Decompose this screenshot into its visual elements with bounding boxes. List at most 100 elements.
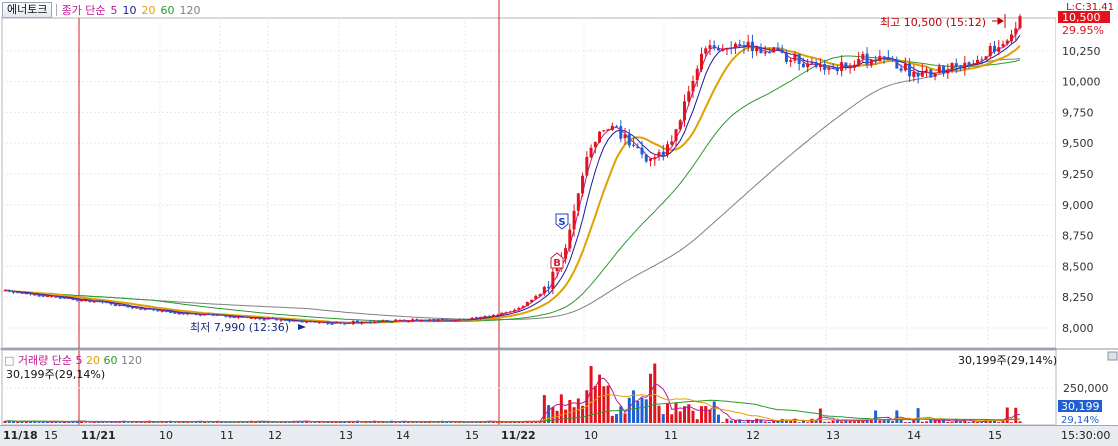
candle-body <box>1014 28 1018 35</box>
volume-bar <box>602 386 606 423</box>
volume-bar <box>908 421 912 423</box>
volume-bar <box>564 409 568 423</box>
price-ytick-label: 9,750 <box>1062 106 1094 119</box>
volume-ytick: 250,000 <box>1063 382 1109 395</box>
candle-body <box>215 314 219 316</box>
high-arrow-icon <box>992 17 1004 25</box>
candle-body <box>844 62 848 68</box>
volume-bar <box>322 422 326 423</box>
candle-body <box>504 312 508 314</box>
candle-body <box>445 319 449 321</box>
candle-body <box>869 59 873 66</box>
candle-body <box>71 298 75 301</box>
candle-body <box>389 321 393 323</box>
volume-bar <box>16 421 20 423</box>
candle-body <box>45 295 49 297</box>
candle-body <box>666 144 670 156</box>
candle-body <box>742 45 746 48</box>
candle-body <box>1010 34 1014 42</box>
candle-body <box>496 314 500 316</box>
candle-body <box>993 45 997 52</box>
candle-body <box>292 320 296 322</box>
candle-body <box>636 146 640 149</box>
xlabel-14a: 14 <box>396 429 410 442</box>
candle-body <box>937 66 941 74</box>
candle-body <box>139 308 143 310</box>
candle-body <box>576 193 580 211</box>
candle-body <box>572 210 576 230</box>
candle-body <box>406 321 410 323</box>
volume-bar <box>763 421 767 423</box>
candle-body <box>895 60 899 69</box>
candle-body <box>334 321 338 324</box>
candle-body <box>474 317 478 319</box>
candle-body <box>50 295 54 297</box>
candle-body <box>797 54 801 64</box>
candle-body <box>525 301 529 307</box>
candle-body <box>810 62 814 64</box>
candle-body <box>971 63 975 65</box>
volume-bar <box>649 373 653 423</box>
price-ytick-label: 9,000 <box>1062 199 1094 212</box>
volume-bar <box>139 422 143 423</box>
time-axis[interactable]: 11/18 15 11/21 10 11 12 13 14 15 11/22 1… <box>0 425 1118 446</box>
candle-body <box>670 141 674 145</box>
sell-signal-marker[interactable]: S <box>555 213 569 230</box>
xlabel-12b: 12 <box>746 429 760 442</box>
candle-body <box>173 311 177 314</box>
candle-body <box>109 302 113 305</box>
low-annotation: 최저 7,990 (12:36) <box>190 321 289 334</box>
candle-body <box>852 64 856 68</box>
candle-body <box>632 144 636 146</box>
candle-body <box>364 321 368 323</box>
candle-body <box>181 312 185 315</box>
candle-body <box>152 309 156 311</box>
price-ytick-label: 8,000 <box>1062 322 1094 335</box>
volume-bar <box>449 422 453 423</box>
candle-body <box>92 301 96 303</box>
xlabel-15c: 15 <box>988 429 1002 442</box>
volume-bar <box>827 421 831 423</box>
panel-toggle-button[interactable] <box>1107 351 1118 361</box>
volume-bar <box>156 422 160 423</box>
candle-body <box>848 67 852 69</box>
volume-bar <box>946 421 950 423</box>
price-ytick-label: 10,000 <box>1062 76 1101 89</box>
candle-body <box>954 63 958 67</box>
volume-bar <box>852 421 856 423</box>
candle-body <box>41 295 45 297</box>
volume-bar <box>997 422 1001 423</box>
candle-body <box>300 320 304 323</box>
candle-body <box>402 319 406 322</box>
candle-body <box>385 319 389 322</box>
candle-body <box>411 319 415 322</box>
volume-bar <box>725 418 729 423</box>
volume-bar <box>105 422 109 423</box>
candle-body <box>547 286 551 289</box>
candle-body <box>449 320 453 322</box>
volume-bar <box>37 421 41 423</box>
candle-body <box>500 312 504 316</box>
volume-bar <box>670 414 674 423</box>
price-ytick-label: 8,500 <box>1062 260 1094 273</box>
candle-body <box>28 293 32 295</box>
volume-bar <box>666 403 670 423</box>
candle-body <box>130 306 134 309</box>
candle-body <box>245 316 249 318</box>
xlabel-11b: 11 <box>664 429 678 442</box>
candle-body <box>470 317 474 320</box>
candle-body <box>534 295 538 300</box>
candle-body <box>249 317 253 319</box>
volume-ma20-line <box>4 393 1020 423</box>
volume-bar <box>967 421 971 423</box>
candle-body <box>865 53 869 65</box>
candle-body <box>33 294 37 296</box>
candle-body <box>878 56 882 62</box>
volume-bar <box>113 422 117 423</box>
candle-body <box>784 53 788 62</box>
candle-body <box>254 317 258 319</box>
candle-body <box>330 323 334 325</box>
volume-bar <box>126 422 130 423</box>
price-volume-chart[interactable]: 10,250 10,000 9,750 9,500 9,250 9,000 8,750 8,5… <box>0 0 1118 425</box>
volume-bar <box>576 398 580 423</box>
